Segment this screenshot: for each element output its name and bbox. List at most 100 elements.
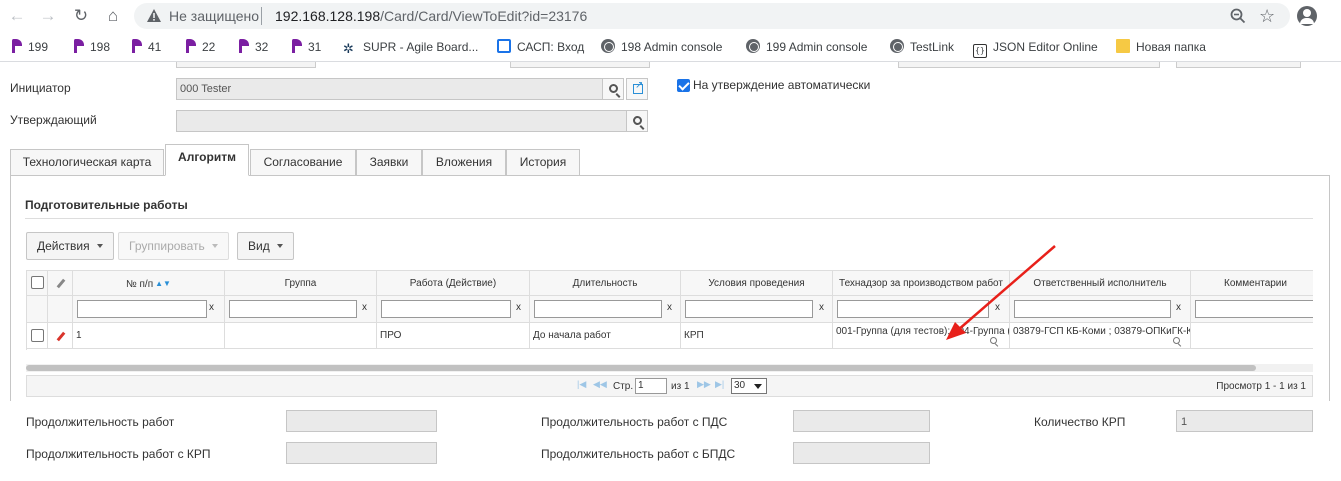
view-button[interactable]: Вид <box>237 232 294 260</box>
url-text[interactable]: 192.168.128.198/Card/Card/ViewToEdit?id=… <box>275 8 587 24</box>
bookmark-star-icon[interactable]: ☆ <box>1259 5 1275 27</box>
tab-algorithm[interactable]: Алгоритм <box>165 144 249 176</box>
filter-input-supervision[interactable] <box>837 300 989 318</box>
bookmark-198[interactable]: 198 <box>74 39 110 55</box>
first-page-icon[interactable]: |◀ <box>577 379 586 390</box>
table-row-select <box>27 323 48 349</box>
zoom-out-icon[interactable] <box>1229 7 1247 25</box>
header-edit <box>48 270 73 296</box>
filter-clear-duration[interactable]: x <box>667 302 672 313</box>
last-page-icon[interactable]: ▶| <box>715 379 724 390</box>
cell-conditions[interactable]: КРП <box>681 323 833 349</box>
header-comment[interactable]: Комментарии <box>1191 270 1313 296</box>
tab-tech-card[interactable]: Технологическая карта <box>10 149 164 175</box>
cell-group[interactable] <box>225 323 377 349</box>
tab-history[interactable]: История <box>506 149 580 175</box>
header-work[interactable]: Работа (Действие) <box>377 270 530 296</box>
cell-supervision[interactable]: 001-Группа (для тестов); 004-Группа (д <box>833 323 1010 349</box>
filter-clear-conditions[interactable]: x <box>819 302 824 313</box>
search-icon[interactable] <box>990 337 997 344</box>
filter-input-conditions[interactable] <box>685 300 813 318</box>
auto-approve-checkbox[interactable] <box>677 79 690 92</box>
bookmark-41[interactable]: 41 <box>132 39 161 55</box>
filter-clear-supervision[interactable]: x <box>995 302 1000 313</box>
group-button[interactable]: Группировать <box>118 232 229 260</box>
bookmark-label: 198 <box>90 40 111 54</box>
profile-icon[interactable] <box>1297 6 1317 26</box>
filter-input-comment[interactable] <box>1195 300 1313 318</box>
filter-input-num[interactable] <box>77 300 207 318</box>
cell-num[interactable]: 1 <box>73 323 225 349</box>
next-page-icon[interactable]: ▶▶ <box>697 379 711 390</box>
filter-clear-num[interactable]: x <box>209 302 214 313</box>
filter-clear-executor[interactable]: x <box>1176 302 1181 313</box>
url-separator <box>261 7 262 25</box>
row-checkbox[interactable] <box>31 329 44 342</box>
table-row-edit <box>48 323 73 349</box>
prev-page-icon[interactable]: ◀◀ <box>593 379 607 390</box>
duration-pds-field[interactable] <box>793 410 930 432</box>
filter-clear-group[interactable]: x <box>362 302 367 313</box>
duration-krp-field[interactable] <box>286 442 437 464</box>
cell-comment[interactable] <box>1191 323 1313 349</box>
browser-toolbar: ← → ↻ ⌂ Не защищено 192.168.128.198/Card… <box>0 0 1341 32</box>
filter-clear-work[interactable]: x <box>516 302 521 313</box>
bookmark-198-admin[interactable]: 198 Admin console <box>601 39 722 55</box>
cell-duration[interactable]: До начала работ <box>530 323 681 349</box>
bookmark-32[interactable]: 32 <box>239 39 268 55</box>
select-all-checkbox[interactable] <box>31 276 44 289</box>
bookmark-22[interactable]: 22 <box>186 39 215 55</box>
search-icon[interactable] <box>1173 337 1180 344</box>
header-num[interactable]: № п/п ▲▼ <box>73 270 225 296</box>
approver-search-button[interactable] <box>626 110 648 132</box>
bookmark-json-editor[interactable]: {} JSON Editor Online <box>973 39 1098 58</box>
header-supervision[interactable]: Технадзор за производством работ <box>833 270 1010 296</box>
sort-icon[interactable]: ▲▼ <box>155 271 171 295</box>
bookmark-testlink[interactable]: TestLink <box>890 39 954 55</box>
initiator-search-button[interactable] <box>602 78 624 100</box>
duration-field[interactable] <box>286 410 437 432</box>
header-conditions[interactable]: Условия проведения <box>681 270 833 296</box>
bookmark-31[interactable]: 31 <box>292 39 321 55</box>
edit-pencil-icon[interactable] <box>56 331 66 342</box>
filter-cell-executor: x <box>1010 296 1191 323</box>
page-size-select[interactable]: 30 <box>731 378 767 394</box>
bookmark-199-admin[interactable]: 199 Admin console <box>746 39 867 55</box>
reload-icon[interactable]: ↻ <box>70 5 92 27</box>
home-icon[interactable]: ⌂ <box>102 5 124 27</box>
header-executor[interactable]: Ответственный исполнитель <box>1010 270 1191 296</box>
cell-executor[interactable]: 03879-ГСП КБ-Коми ; 03879-ОПКиГК-К <box>1010 323 1191 349</box>
page-input[interactable]: 1 <box>635 378 667 394</box>
bookmark-label: Новая папка <box>1136 40 1206 54</box>
approver-field[interactable] <box>176 110 627 132</box>
address-bar[interactable]: Не защищено 192.168.128.198/Card/Card/Vi… <box>134 3 1290 29</box>
filter-input-executor[interactable] <box>1014 300 1171 318</box>
bookmark-199[interactable]: 199 <box>12 39 48 55</box>
initiator-open-button[interactable] <box>626 78 648 100</box>
caret-down-icon <box>96 244 103 248</box>
tab-approval[interactable]: Согласование <box>250 149 356 175</box>
duration-bpds-field[interactable] <box>793 442 930 464</box>
external-link-icon <box>633 80 643 94</box>
cell-work[interactable]: ПРО <box>377 323 530 349</box>
bookmark-sasp[interactable]: САСП: Вход <box>497 39 584 55</box>
scrollbar-thumb[interactable] <box>26 365 1256 371</box>
forward-icon[interactable]: → <box>37 5 59 27</box>
tab-requests[interactable]: Заявки <box>356 149 422 175</box>
grid-horizontal-scrollbar[interactable] <box>26 364 1313 372</box>
bookmark-supr[interactable]: ✲ SUPR - Agile Board... <box>343 39 478 56</box>
bookmark-new-folder[interactable]: Новая папка <box>1116 39 1206 55</box>
works-grid: № п/п ▲▼ Группа Работа (Действие) Длитель… <box>26 270 1313 350</box>
globe-icon <box>890 39 904 53</box>
initiator-field[interactable]: 000 Tester <box>176 78 603 100</box>
warning-icon[interactable] <box>146 8 162 24</box>
tab-attachments[interactable]: Вложения <box>422 149 506 175</box>
filter-input-work[interactable] <box>381 300 511 318</box>
filter-input-group[interactable] <box>229 300 357 318</box>
header-duration[interactable]: Длительность <box>530 270 681 296</box>
actions-button[interactable]: Действия <box>26 232 114 260</box>
filter-input-duration[interactable] <box>534 300 662 318</box>
back-icon[interactable]: ← <box>6 5 28 27</box>
krp-count-field[interactable]: 1 <box>1176 410 1313 432</box>
header-group[interactable]: Группа <box>225 270 377 296</box>
